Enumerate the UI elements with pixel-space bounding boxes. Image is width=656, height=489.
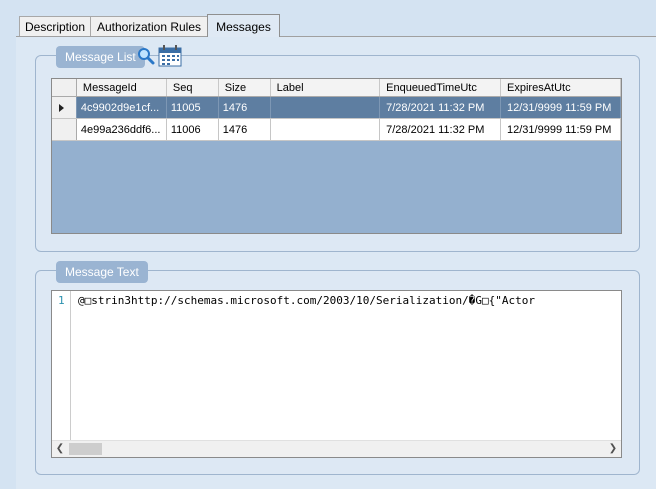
column-header-seq[interactable]: Seq xyxy=(166,79,219,97)
column-header-enqueued[interactable]: EnqueuedTimeUtc xyxy=(379,79,502,97)
message-list-title: Message List xyxy=(56,46,145,68)
message-text-editor[interactable]: 1 @□strin3http://schemas.microsoft.com/2… xyxy=(51,290,622,458)
current-row-arrow-icon xyxy=(59,103,64,112)
cell-size[interactable]: 1476 xyxy=(218,96,271,119)
calendar-icon[interactable] xyxy=(158,45,182,67)
tab-description[interactable]: Description xyxy=(19,16,91,36)
message-body-text[interactable]: @□strin3http://schemas.microsoft.com/200… xyxy=(78,294,535,307)
tab-authorization-rules[interactable]: Authorization Rules xyxy=(90,16,208,36)
row-header[interactable] xyxy=(52,118,77,141)
message-grid: MessageId Seq Size Label EnqueuedTimeUtc… xyxy=(51,78,622,234)
tab-strip: Description Authorization Rules Messages xyxy=(0,0,656,37)
search-icon[interactable] xyxy=(137,47,155,65)
cell-messageid[interactable]: 4e99a236ddf6... xyxy=(76,118,167,141)
message-text-title: Message Text xyxy=(56,261,148,283)
cell-enqueued[interactable]: 7/28/2021 11:32 PM xyxy=(379,96,502,119)
grid-header-row: MessageId Seq Size Label EnqueuedTimeUtc… xyxy=(52,79,621,97)
column-header-messageid[interactable]: MessageId xyxy=(76,79,167,97)
cell-size[interactable]: 1476 xyxy=(218,118,271,141)
line-number-gutter: 1 xyxy=(52,291,71,441)
cell-seq[interactable]: 11006 xyxy=(166,118,219,141)
horizontal-scrollbar[interactable]: ❮ ❯ xyxy=(52,440,621,457)
table-row[interactable]: 4c9902d9e1cf... 11005 1476 7/28/2021 11:… xyxy=(52,96,621,119)
column-header-label[interactable]: Label xyxy=(270,79,381,97)
cell-seq[interactable]: 11005 xyxy=(166,96,219,119)
row-header[interactable] xyxy=(52,96,77,119)
column-header-expires[interactable]: ExpiresAtUtc xyxy=(500,79,621,97)
cell-expires[interactable]: 12/31/9999 11:59 PM xyxy=(500,118,621,141)
table-row[interactable]: 4e99a236ddf6... 11006 1476 7/28/2021 11:… xyxy=(52,118,621,141)
cell-messageid[interactable]: 4c9902d9e1cf... xyxy=(76,96,167,119)
row-header-corner xyxy=(52,79,77,97)
scroll-right-icon[interactable]: ❯ xyxy=(605,441,621,457)
scroll-left-icon[interactable]: ❮ xyxy=(52,441,68,457)
cell-label[interactable] xyxy=(270,96,381,119)
tab-messages[interactable]: Messages xyxy=(207,14,280,37)
scrollbar-thumb[interactable] xyxy=(69,443,102,455)
cell-label[interactable] xyxy=(270,118,381,141)
cell-expires[interactable]: 12/31/9999 11:59 PM xyxy=(500,96,621,119)
column-header-size[interactable]: Size xyxy=(218,79,271,97)
cell-enqueued[interactable]: 7/28/2021 11:32 PM xyxy=(379,118,502,141)
line-number: 1 xyxy=(58,294,65,307)
